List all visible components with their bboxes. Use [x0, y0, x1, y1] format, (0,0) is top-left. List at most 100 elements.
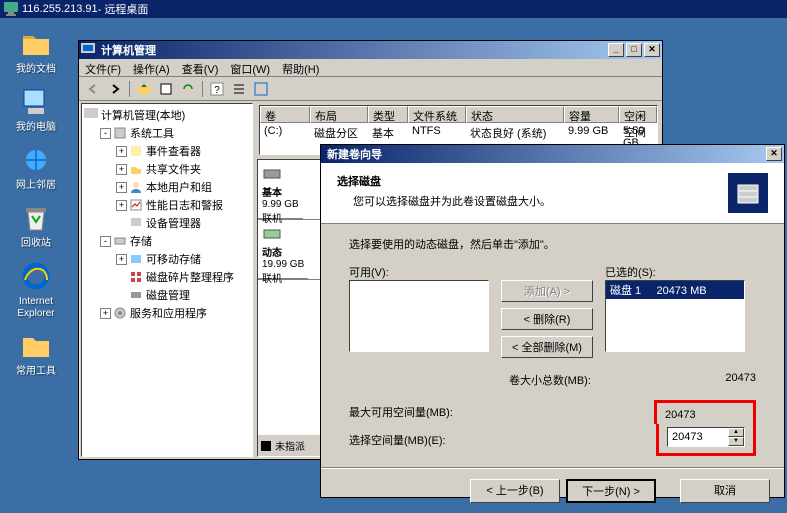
- select-space-label: 选择空间量(MB)(E):: [349, 432, 446, 448]
- wizard-titlebar: 新建卷向导 ✕: [321, 145, 784, 163]
- help-button[interactable]: ?: [207, 79, 227, 99]
- folder-tools-icon: [20, 330, 52, 362]
- available-label: 可用(V):: [349, 264, 489, 280]
- forward-button[interactable]: [105, 79, 125, 99]
- tree-pane[interactable]: 计算机管理(本地) - 系统工具 +事件查看器 +共享文件夹 +本地用户和组 +…: [81, 103, 253, 457]
- list-header: 卷 布局 类型 文件系统 状态 容量 空闲空间: [260, 106, 657, 123]
- expand-icon[interactable]: +: [116, 146, 127, 157]
- tree-disk-mgmt[interactable]: 磁盘管理: [84, 286, 250, 304]
- cancel-button[interactable]: 取消: [680, 479, 770, 503]
- services-icon: [113, 306, 127, 320]
- menu-window[interactable]: 窗口(W): [230, 61, 270, 74]
- tree-services[interactable]: +服务和应用程序: [84, 304, 250, 322]
- menu-view[interactable]: 查看(V): [182, 61, 219, 74]
- wizard-instruction: 选择要使用的动态磁盘，然后单击"添加"。: [349, 236, 756, 252]
- remove-all-button[interactable]: < 全部删除(M): [501, 336, 593, 358]
- desktop-icon-network[interactable]: 网上邻居: [6, 144, 66, 192]
- forward-arrow-icon: [109, 83, 121, 95]
- back-button[interactable]: < 上一步(B): [470, 479, 560, 503]
- refresh-icon: [181, 82, 195, 96]
- tree-defrag[interactable]: 磁盘碎片整理程序: [84, 268, 250, 286]
- defrag-icon: [129, 270, 143, 284]
- tree-event-viewer[interactable]: +事件查看器: [84, 142, 250, 160]
- wizard-title: 新建卷向导: [323, 146, 764, 162]
- computer-icon: [20, 86, 52, 118]
- close-button[interactable]: ✕: [644, 43, 660, 57]
- volume-icon: [732, 177, 764, 209]
- tree-removable[interactable]: +可移动存储: [84, 250, 250, 268]
- wizard-header-sub: 您可以选择磁盘并为此卷设置磁盘大小。: [337, 193, 551, 209]
- up-button[interactable]: [134, 79, 154, 99]
- list-icon: [232, 82, 246, 96]
- selected-label: 已选的(S):: [605, 264, 745, 280]
- mgmt-root-icon: [84, 108, 98, 122]
- space-amount-field[interactable]: [668, 428, 728, 446]
- mgmt-menubar: 文件(F) 操作(A) 查看(V) 窗口(W) 帮助(H): [79, 59, 662, 77]
- wizard-icon: [728, 173, 768, 213]
- settings-button[interactable]: [229, 79, 249, 99]
- expand-icon[interactable]: +: [116, 164, 127, 175]
- svg-text:?: ?: [214, 85, 220, 96]
- tree-shared-folders[interactable]: +共享文件夹: [84, 160, 250, 178]
- properties-button[interactable]: [156, 79, 176, 99]
- wizard-header: 选择磁盘 您可以选择磁盘并为此卷设置磁盘大小。: [321, 163, 784, 224]
- users-icon: [129, 180, 143, 194]
- detail-icon: [254, 82, 268, 96]
- share-icon: [129, 162, 143, 176]
- expand-icon[interactable]: +: [116, 254, 127, 265]
- disk-icon: [262, 164, 282, 184]
- properties-icon: [159, 82, 173, 96]
- desktop-icon-recycle[interactable]: 回收站: [6, 202, 66, 250]
- select-space-input[interactable]: ▲ ▼: [667, 427, 745, 447]
- maximize-button[interactable]: □: [626, 43, 642, 57]
- recycle-icon: [20, 202, 52, 234]
- view-button[interactable]: [251, 79, 271, 99]
- perf-icon: [129, 198, 143, 212]
- spin-up-button[interactable]: ▲: [728, 428, 744, 437]
- expand-icon[interactable]: +: [100, 308, 111, 319]
- menu-help[interactable]: 帮助(H): [282, 61, 319, 74]
- list-item[interactable]: 磁盘 1 20473 MB: [606, 281, 744, 299]
- tree-system-tools[interactable]: - 系统工具: [84, 124, 250, 142]
- expand-icon[interactable]: +: [116, 200, 127, 211]
- available-listbox[interactable]: [349, 280, 489, 352]
- folder-up-icon: [137, 82, 151, 96]
- minimize-button[interactable]: _: [608, 43, 624, 57]
- mgmt-titlebar: 计算机管理 _ □ ✕: [79, 41, 662, 59]
- wizard-close-button[interactable]: ✕: [766, 147, 782, 161]
- storage-icon: [113, 234, 127, 248]
- next-button[interactable]: 下一步(N) >: [566, 479, 656, 503]
- collapse-icon[interactable]: -: [100, 236, 111, 247]
- new-volume-wizard: 新建卷向导 ✕ 选择磁盘 您可以选择磁盘并为此卷设置磁盘大小。 选择要使用的动态…: [320, 144, 785, 498]
- tree-users-groups[interactable]: +本地用户和组: [84, 178, 250, 196]
- spin-down-button[interactable]: ▼: [728, 437, 744, 446]
- network-icon: [20, 144, 52, 176]
- menu-file[interactable]: 文件(F): [85, 61, 121, 74]
- tree-root[interactable]: 计算机管理(本地): [84, 106, 250, 124]
- max-space-value: 20473: [665, 409, 745, 421]
- rdp-label: - 远程桌面: [98, 1, 149, 17]
- expand-icon[interactable]: +: [116, 182, 127, 193]
- desktop-icon-documents[interactable]: 我的文档: [6, 28, 66, 76]
- tree-performance[interactable]: +性能日志和警报: [84, 196, 250, 214]
- selected-listbox[interactable]: 磁盘 1 20473 MB: [605, 280, 745, 352]
- desktop-icon-computer[interactable]: 我的电脑: [6, 86, 66, 134]
- desktop-icon-ie[interactable]: Internet Explorer: [6, 260, 66, 320]
- disk0-header[interactable]: 基本 9.99 GB 联机: [258, 160, 303, 219]
- max-space-label: 最大可用空间量(MB):: [349, 404, 453, 420]
- collapse-icon[interactable]: -: [100, 128, 111, 139]
- desktop-icon-tools[interactable]: 常用工具: [6, 330, 66, 378]
- total-size-label: 卷大小总数(MB):: [509, 372, 591, 388]
- tree-storage[interactable]: -存储: [84, 232, 250, 250]
- add-button: 添加(A) >: [501, 280, 593, 302]
- removable-icon: [129, 252, 143, 266]
- refresh-button[interactable]: [178, 79, 198, 99]
- remove-button[interactable]: < 删除(R): [501, 308, 593, 330]
- menu-action[interactable]: 操作(A): [133, 61, 170, 74]
- back-button[interactable]: [83, 79, 103, 99]
- disk1-header[interactable]: 动态 19.99 GB 联机: [258, 220, 308, 279]
- mgmt-title: 计算机管理: [97, 42, 606, 58]
- help-icon: ?: [210, 82, 224, 96]
- mgmt-toolbar: ?: [79, 77, 662, 101]
- tree-device-mgr[interactable]: 设备管理器: [84, 214, 250, 232]
